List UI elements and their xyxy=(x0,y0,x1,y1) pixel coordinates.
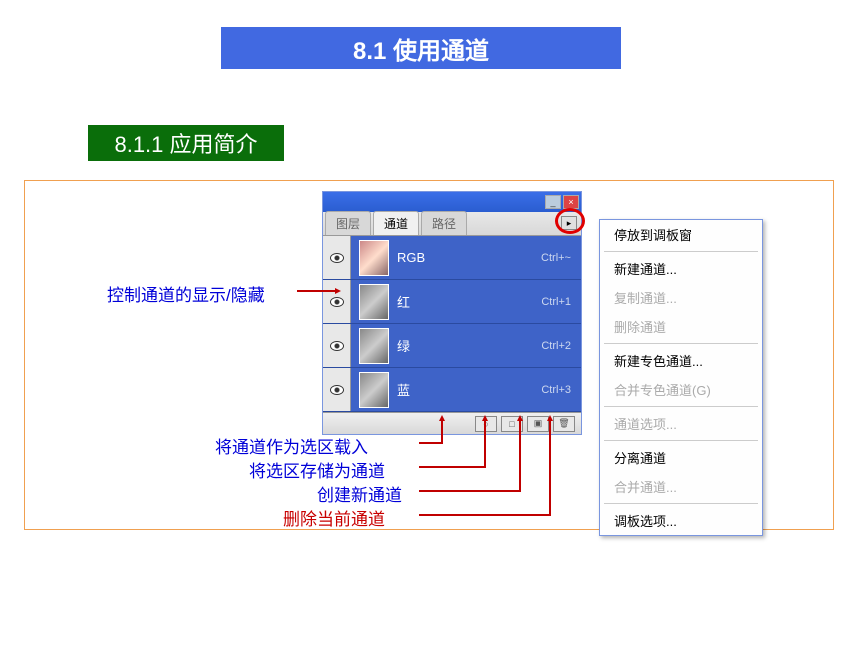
visibility-toggle[interactable] xyxy=(323,236,351,279)
context-menu: 停放到调板窗 新建通道... 复制通道... 删除通道 新建专色通道... 合并… xyxy=(599,219,763,536)
section-subtitle: 8.1.1 应用简介 xyxy=(88,125,284,161)
channel-name: 红 xyxy=(397,292,541,311)
channel-shortcut: Ctrl+1 xyxy=(541,296,571,308)
visibility-toggle[interactable] xyxy=(323,368,351,411)
channel-row-rgb[interactable]: RGB Ctrl+~ xyxy=(323,236,581,280)
menu-dock[interactable]: 停放到调板窗 xyxy=(600,220,762,249)
menu-new-channel[interactable]: 新建通道... xyxy=(600,254,762,283)
eye-icon xyxy=(330,385,344,395)
visibility-toggle[interactable] xyxy=(323,280,351,323)
minimize-button[interactable]: _ xyxy=(545,195,561,209)
annotation-delete-channel: 删除当前通道 xyxy=(283,505,385,530)
channel-thumbnail xyxy=(359,328,389,364)
channel-row-green[interactable]: 绿 Ctrl+2 xyxy=(323,324,581,368)
eye-icon xyxy=(330,341,344,351)
channel-thumbnail xyxy=(359,372,389,408)
channel-shortcut: Ctrl+~ xyxy=(541,252,571,264)
eye-icon xyxy=(330,297,344,307)
delete-channel-icon[interactable]: 🗑 xyxy=(553,416,575,432)
main-title: 8.1 使用通道 xyxy=(221,27,621,69)
close-button[interactable]: × xyxy=(563,195,579,209)
load-selection-icon[interactable]: ○ xyxy=(475,416,497,432)
menu-separator xyxy=(604,251,758,252)
menu-new-spot[interactable]: 新建专色通道... xyxy=(600,346,762,375)
menu-merge: 合并通道... xyxy=(600,472,762,501)
visibility-toggle[interactable] xyxy=(323,324,351,367)
channel-row-red[interactable]: 红 Ctrl+1 xyxy=(323,280,581,324)
channel-name: 蓝 xyxy=(397,380,541,399)
panel-footer: ○ □ ▣ 🗑 xyxy=(323,412,581,434)
annotation-visibility: 控制通道的显示/隐藏 xyxy=(107,281,265,306)
menu-channel-options: 通道选项... xyxy=(600,409,762,438)
content-frame: _ × 图层 通道 路径 ▸ RGB Ctrl+~ 红 Ctrl+1 xyxy=(24,180,834,530)
eye-icon xyxy=(330,253,344,263)
tab-channels[interactable]: 通道 xyxy=(373,211,419,235)
menu-merge-spot: 合并专色通道(G) xyxy=(600,375,762,404)
channel-name: 绿 xyxy=(397,336,541,355)
menu-separator xyxy=(604,406,758,407)
channel-row-blue[interactable]: 蓝 Ctrl+3 xyxy=(323,368,581,412)
channel-thumbnail xyxy=(359,240,389,276)
panel-menu-icon[interactable]: ▸ xyxy=(561,216,577,230)
new-channel-icon[interactable]: ▣ xyxy=(527,416,549,432)
menu-split[interactable]: 分离通道 xyxy=(600,443,762,472)
channel-shortcut: Ctrl+2 xyxy=(541,340,571,352)
panel-titlebar: _ × xyxy=(323,192,581,212)
annotation-load-selection: 将通道作为选区载入 xyxy=(215,433,368,458)
menu-separator xyxy=(604,343,758,344)
menu-panel-options[interactable]: 调板选项... xyxy=(600,506,762,535)
tab-layers[interactable]: 图层 xyxy=(325,211,371,235)
menu-separator xyxy=(604,440,758,441)
menu-separator xyxy=(604,503,758,504)
channel-list: RGB Ctrl+~ 红 Ctrl+1 绿 Ctrl+2 蓝 Ctrl+3 xyxy=(323,236,581,412)
channels-panel: _ × 图层 通道 路径 ▸ RGB Ctrl+~ 红 Ctrl+1 xyxy=(322,191,582,435)
annotation-save-selection: 将选区存储为通道 xyxy=(249,457,385,482)
save-selection-icon[interactable]: □ xyxy=(501,416,523,432)
tab-paths[interactable]: 路径 xyxy=(421,211,467,235)
channel-name: RGB xyxy=(397,250,541,265)
channel-thumbnail xyxy=(359,284,389,320)
annotation-new-channel: 创建新通道 xyxy=(317,481,402,506)
menu-delete-channel: 删除通道 xyxy=(600,312,762,341)
channel-shortcut: Ctrl+3 xyxy=(541,384,571,396)
tabs-row: 图层 通道 路径 ▸ xyxy=(323,212,581,236)
menu-copy-channel: 复制通道... xyxy=(600,283,762,312)
